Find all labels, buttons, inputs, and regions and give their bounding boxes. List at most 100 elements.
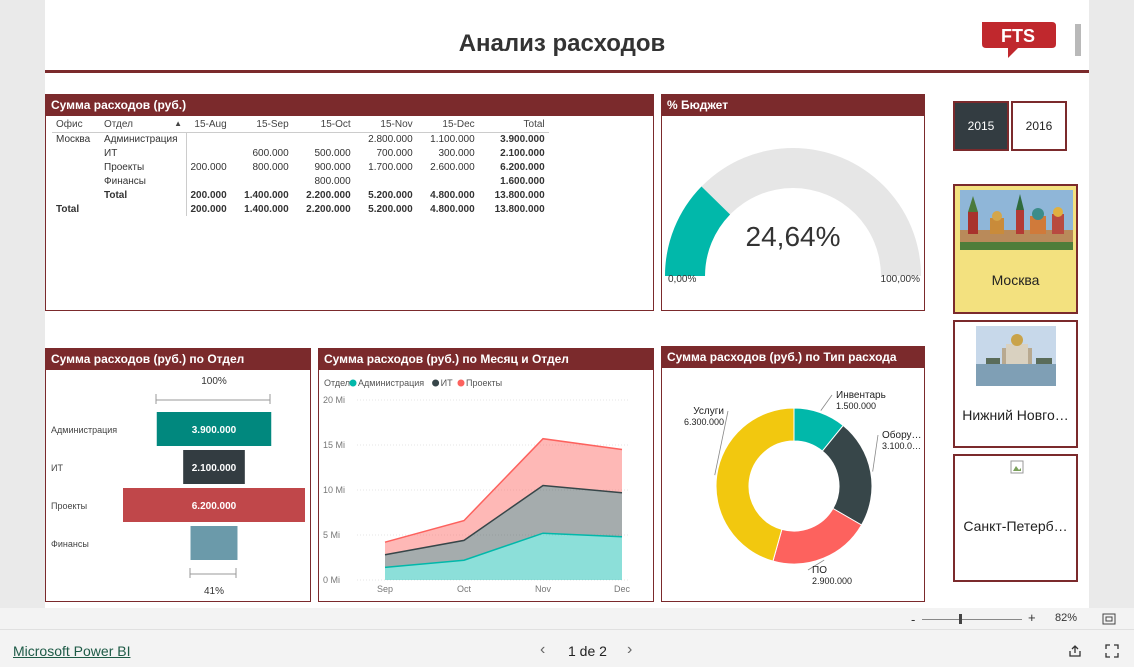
column-header[interactable]: Total	[478, 118, 549, 133]
column-header[interactable]: 15-Oct	[292, 118, 355, 133]
expense-matrix-table[interactable]: Офис Отдел ▲ 15-Aug 15-Sep 15-Oct 15-Nov 15-De…	[52, 118, 549, 216]
funnel-panel: Сумма расходов (руб.) по Отдел 100% Адми…	[45, 348, 311, 602]
table-cell: 600.000	[252, 147, 289, 159]
gauge-min: 0,00%	[668, 274, 696, 285]
y-tick-label: 20 Mi	[323, 395, 345, 405]
month-department-area-chart[interactable]: Отдел Администрация ИТ Проекты 0 Mi 5 Mi 10 …	[319, 370, 653, 601]
table-cell: 1.400.000	[244, 189, 289, 201]
column-header[interactable]: 15-Aug	[186, 118, 231, 133]
table-cell: 200.000	[185, 160, 231, 174]
x-tick-label: Nov	[535, 584, 552, 594]
power-bi-link[interactable]: Microsoft Power BI	[13, 643, 130, 659]
funnel-category-label: ИТ	[51, 463, 63, 473]
subtotal-row: Total 200.000 1.400.000 2.200.000 5.200.000 4…	[52, 188, 549, 202]
legend-label[interactable]: ИТ	[441, 378, 453, 388]
office-card-moscow[interactable]: Москва	[953, 184, 1078, 314]
expense-type-donut-chart[interactable]: Инвентарь1.500.000 Обору…3.100.0… ПО2.900.…	[662, 368, 924, 601]
table-cell	[231, 174, 293, 188]
broken-image-icon	[1010, 460, 1024, 474]
table-cell	[355, 174, 417, 188]
x-tick-label: Dec	[614, 584, 631, 594]
x-tick-label: Oct	[457, 584, 472, 594]
zoom-slider-handle[interactable]	[959, 614, 962, 624]
year-2016-button[interactable]: 2016	[1011, 101, 1067, 151]
y-tick-label: 0 Mi	[323, 575, 340, 585]
donut-category-label: Услуги	[693, 406, 724, 417]
fts-logo: FTS	[982, 22, 1056, 58]
table-cell: 2.600.000	[430, 161, 475, 173]
donut-title: Сумма расходов (руб.) по Тип расхода	[662, 347, 924, 368]
x-tick-label: Sep	[377, 584, 393, 594]
area-panel: Сумма расходов (руб.) по Месяц и Отдел О…	[318, 348, 654, 602]
table-cell: 2.100.000	[500, 147, 545, 159]
table-cell: 500.000	[314, 147, 351, 159]
office-name: Москва	[991, 272, 1040, 288]
legend-marker[interactable]	[349, 379, 357, 387]
donut-leader-line	[872, 434, 879, 472]
funnel-value-label: 2.100.000	[192, 463, 237, 474]
funnel-bar[interactable]	[190, 526, 238, 560]
funnel-category-label: Проекты	[51, 501, 87, 511]
table-cell	[52, 174, 100, 188]
gauge-max: 100,00%	[881, 274, 921, 285]
table-cell: Финансы	[104, 175, 146, 187]
fit-page-icon[interactable]	[1102, 613, 1116, 625]
column-header[interactable]: 15-Nov	[354, 118, 417, 133]
table-cell: ИТ	[104, 147, 118, 159]
department-funnel-chart[interactable]: 100% Администрация 3.900.000 ИТ 2.100.000 Пр…	[46, 370, 310, 601]
nizhny-image	[976, 326, 1056, 386]
bottom-bar	[0, 630, 1134, 667]
office-card-nizhny[interactable]: Нижний Новго…	[953, 320, 1078, 448]
prev-page-chevron-icon[interactable]: ‹	[540, 641, 545, 659]
area-legend-title: Отдел	[324, 378, 350, 388]
table-cell	[417, 174, 479, 188]
budget-gauge[interactable]: 24,64% 0,00% 100,00%	[662, 116, 924, 310]
next-page-chevron-icon[interactable]: ›	[627, 641, 632, 659]
legend-label[interactable]: Администрация	[358, 378, 424, 388]
funnel-category-label: Администрация	[51, 425, 117, 435]
legend-marker[interactable]	[432, 379, 440, 387]
funnel-category-label: Финансы	[51, 539, 89, 549]
donut-slice[interactable]	[772, 507, 863, 565]
share-icon[interactable]	[1067, 643, 1083, 659]
legend-label[interactable]: Проекты	[466, 378, 502, 388]
table-row: Москва Администрация 2.800.000 1.100.000 3.9…	[52, 132, 549, 146]
total-row: Total 200.000 1.400.000 2.200.000 5.200.000 4…	[52, 202, 549, 216]
header-divider	[45, 70, 1089, 73]
column-header[interactable]: Отдел ▲	[100, 118, 186, 133]
gauge-title: % Бюджет	[662, 95, 924, 116]
table-cell	[52, 160, 100, 174]
donut-category-label: ПО	[812, 565, 827, 576]
donut-category-label: Инвентарь	[836, 390, 886, 401]
table-cell: 200.000	[185, 202, 231, 216]
table-cell: 700.000	[376, 147, 413, 159]
header-accent-bar	[1075, 24, 1081, 56]
office-card-spb[interactable]: Санкт-Петерб…	[953, 454, 1078, 582]
fullscreen-icon[interactable]	[1104, 643, 1120, 659]
donut-value-label: 3.100.0…	[882, 441, 921, 451]
table-cell: 300.000	[438, 147, 475, 159]
sort-asc-icon[interactable]: ▲	[174, 119, 182, 128]
office-name: Нижний Новго…	[962, 407, 1069, 423]
legend-marker[interactable]	[457, 379, 465, 387]
table-cell: 800.000	[314, 175, 351, 187]
donut-value-label: 2.900.000	[812, 576, 852, 586]
page-indicator: 1 de 2	[568, 643, 607, 659]
year-2015-button[interactable]: 2015	[953, 101, 1009, 151]
column-header[interactable]: Офис	[52, 118, 100, 133]
zoom-out-button[interactable]: -	[911, 612, 915, 627]
zoom-slider-track[interactable]	[922, 619, 1022, 620]
table-row: ИТ 600.000 500.000 700.000 300.000 2.100.000	[52, 146, 549, 160]
table-cell: 2.800.000	[368, 133, 413, 145]
zoom-in-button[interactable]: +	[1028, 610, 1036, 625]
column-header[interactable]: 15-Dec	[416, 118, 479, 133]
funnel-title: Сумма расходов (руб.) по Отдел	[46, 349, 310, 370]
table-cell	[293, 132, 355, 146]
column-header[interactable]: 15-Sep	[230, 118, 293, 133]
table-cell: 200.000	[185, 188, 231, 202]
y-tick-label: 5 Mi	[323, 530, 340, 540]
y-tick-label: 15 Mi	[323, 440, 345, 450]
funnel-bottom-pct: 41%	[204, 586, 224, 597]
table-cell: 4.800.000	[430, 189, 475, 201]
funnel-top-pct: 100%	[201, 376, 227, 387]
